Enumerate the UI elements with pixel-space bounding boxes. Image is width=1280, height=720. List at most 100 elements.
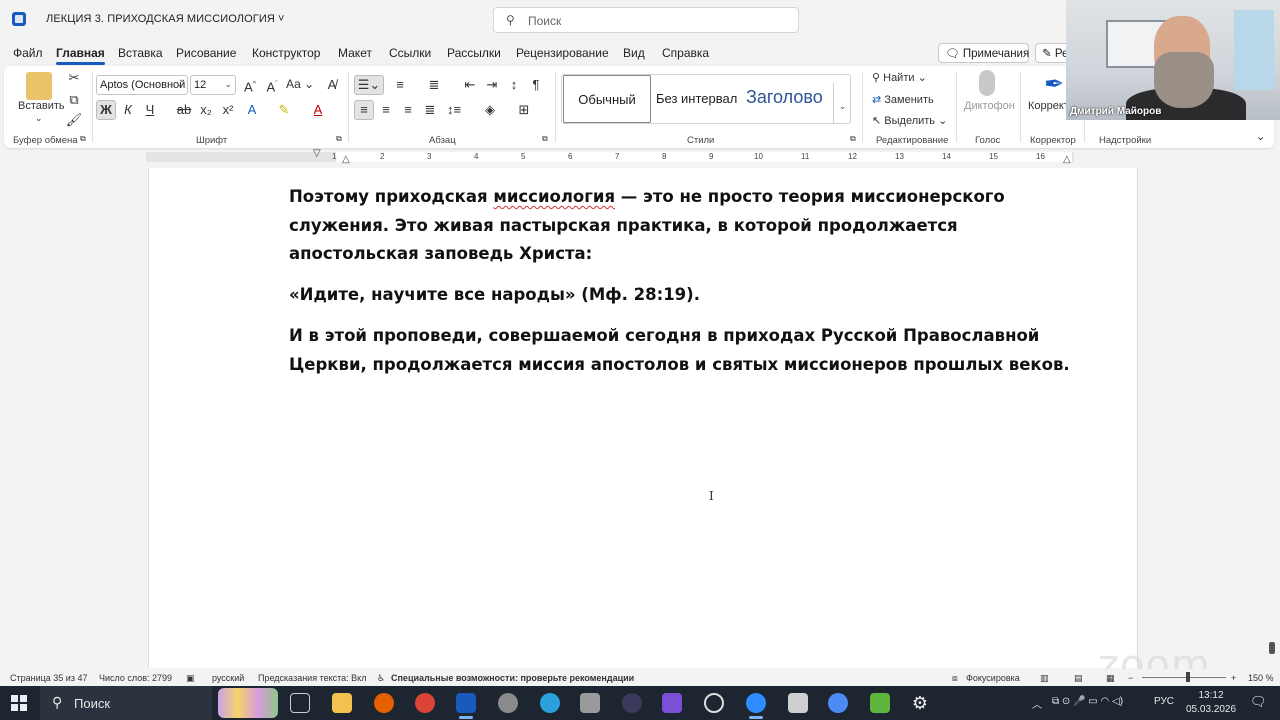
subscript-icon[interactable]: x₂ [196, 100, 216, 120]
show-marks-icon[interactable]: ¶ [526, 75, 546, 95]
search-highlights-image[interactable] [218, 688, 278, 718]
select-button[interactable]: ↖ Выделить ⌄ [872, 114, 947, 127]
justify-icon[interactable]: ≣ [420, 100, 440, 120]
clear-formatting-icon[interactable]: A̸ [322, 75, 342, 95]
dictate-button[interactable]: Диктофон [964, 100, 1015, 112]
app-icon[interactable] [662, 693, 682, 713]
find-button[interactable]: ⚲ Найти ⌄ [872, 71, 927, 84]
collapse-ribbon-icon[interactable]: ⌄ [1256, 130, 1265, 143]
web-layout-icon[interactable]: ▦ [1106, 673, 1115, 684]
copy-icon[interactable]: ⧉ [64, 90, 84, 110]
chrome-alt-icon[interactable] [828, 693, 848, 713]
grow-font-icon[interactable]: A^ [240, 75, 260, 95]
cut-icon[interactable]: ✂ [64, 68, 84, 88]
tab-review[interactable]: Рецензирование [516, 46, 609, 60]
comments-button[interactable]: 🗨 Примечания [938, 43, 1029, 63]
tab-file[interactable]: Файл [13, 46, 43, 60]
shrink-font-icon[interactable]: Aˇ [262, 75, 282, 95]
vpn-icon[interactable] [622, 693, 642, 713]
dialog-launcher-icon[interactable]: ⧉ [336, 134, 342, 144]
app-icon[interactable] [498, 693, 518, 713]
font-name-dropdown[interactable]: Aptos (Основной ⌄ [96, 75, 188, 95]
vertical-scrollbar[interactable] [1268, 640, 1276, 660]
torrent-icon[interactable] [870, 693, 890, 713]
italic-button[interactable]: К [118, 100, 138, 120]
borders-icon[interactable]: ⊞ [514, 100, 534, 120]
text-predictions[interactable]: Предсказания текста: Вкл [258, 673, 366, 683]
shading-icon[interactable]: ◈ [480, 100, 500, 120]
app-icon[interactable] [580, 693, 600, 713]
clock[interactable]: 13:12 05.03.2026 [1186, 689, 1236, 717]
change-case-button[interactable]: Аа ⌄ [286, 77, 314, 91]
bold-button[interactable]: Ж [96, 100, 116, 120]
line-spacing-icon[interactable]: ↕≡ [444, 100, 464, 120]
input-language[interactable]: РУС [1154, 696, 1174, 707]
align-right-icon[interactable]: ≡ [398, 100, 418, 120]
taskbar-search[interactable]: ⚲ Поиск [40, 686, 212, 720]
numbering-icon[interactable]: ≡ [390, 75, 410, 95]
zoom-level[interactable]: 150 % [1248, 673, 1274, 683]
tab-draw[interactable]: Рисование [176, 46, 236, 60]
tray-chevron-icon[interactable]: ︿ [1032, 696, 1042, 711]
text-effects-icon[interactable]: A [242, 100, 262, 120]
horizontal-ruler[interactable]: 1 2 3 4 5 6 7 8 9 10 11 12 13 14 15 16 ▽… [0, 148, 1280, 165]
accessibility-check[interactable]: Специальные возможности: проверьте реком… [391, 673, 634, 683]
tab-help[interactable]: Справка [662, 46, 709, 60]
tab-design[interactable]: Конструктор [252, 46, 320, 60]
style-normal[interactable]: Обычный [563, 75, 651, 123]
paste-button[interactable]: Вставить [18, 100, 65, 112]
zoom-slider-thumb[interactable] [1186, 672, 1190, 682]
language-indicator[interactable]: русский [212, 673, 244, 683]
font-size-dropdown[interactable]: 12 ⌄ [190, 75, 236, 95]
chrome-icon[interactable] [415, 693, 435, 713]
increase-indent-icon[interactable]: ⇥ [482, 75, 502, 95]
search-input[interactable]: ⚲ Поиск [493, 7, 799, 33]
zoom-out-icon[interactable]: − [1128, 673, 1133, 683]
task-view-icon[interactable] [290, 693, 310, 713]
tab-layout[interactable]: Макет [338, 46, 372, 60]
tray-icons[interactable]: ⧉ ⊙ 🎤 ▭ ◠ ◁) [1052, 696, 1123, 707]
tab-mailings[interactable]: Рассылки [447, 46, 501, 60]
microphone-icon[interactable] [979, 70, 995, 96]
calculator-icon[interactable] [788, 693, 808, 713]
misspelled-word[interactable]: миссиология [493, 187, 615, 206]
bullets-icon[interactable]: ☰⌄ [354, 75, 384, 95]
style-heading-1[interactable]: Заголово [746, 75, 832, 123]
video-thumbnail[interactable]: Дмитрий Майоров [1066, 0, 1280, 120]
decrease-indent-icon[interactable]: ⇤ [460, 75, 480, 95]
paragraph-3[interactable]: И в этой проповеди, совершаемой сегодня … [289, 322, 1079, 379]
word-icon[interactable] [456, 693, 476, 719]
read-mode-icon[interactable]: ▥ [1040, 673, 1049, 684]
replace-button[interactable]: ⇄ Заменить [872, 93, 934, 106]
windows-start-icon[interactable] [11, 695, 27, 711]
word-count[interactable]: Число слов: 2799 [99, 673, 172, 683]
telegram-icon[interactable] [540, 693, 560, 713]
settings-icon[interactable]: ⚙ [910, 693, 930, 713]
paste-dropdown-icon[interactable]: ⌄ [35, 113, 43, 124]
print-layout-icon[interactable]: ▤ [1074, 673, 1083, 684]
font-color-icon[interactable]: A [308, 100, 328, 120]
tab-view[interactable]: Вид [623, 46, 645, 60]
paragraph-2[interactable]: «Идите, научите все народы» (Мф. 28:19). [289, 281, 1079, 310]
dialog-launcher-icon[interactable]: ⧉ [850, 134, 856, 144]
obs-icon[interactable] [704, 693, 724, 713]
focus-mode-button[interactable]: Фокусировка [966, 673, 1020, 683]
document-title[interactable]: ЛЕКЦИЯ 3. ПРИХОДСКАЯ МИССИОЛОГИЯ ˅ [46, 13, 285, 25]
zoom-slider[interactable] [1142, 677, 1226, 678]
style-no-spacing[interactable]: Без интервал [656, 75, 742, 123]
align-center-icon[interactable]: ≡ [376, 100, 396, 120]
format-painter-icon[interactable]: 🖌 [64, 110, 84, 130]
page-count[interactable]: Страница 35 из 47 [10, 673, 87, 683]
align-left-icon[interactable]: ≡ [354, 100, 374, 120]
sort-icon[interactable]: ↕ [504, 75, 524, 95]
strikethrough-icon[interactable]: ab [174, 100, 194, 120]
first-line-indent-marker[interactable]: ▽ [313, 148, 321, 159]
superscript-icon[interactable]: x² [218, 100, 238, 120]
styles-more-icon[interactable]: ⌄ [833, 83, 850, 123]
underline-button[interactable]: Ч [140, 100, 160, 120]
paragraph-1[interactable]: Поэтому приходская миссиология — это не … [289, 183, 1079, 269]
notifications-icon[interactable]: 🗨 [1250, 694, 1267, 710]
proofing-icon[interactable]: ▣ [186, 673, 195, 684]
dialog-launcher-icon[interactable]: ⧉ [542, 134, 548, 144]
firefox-icon[interactable] [374, 693, 394, 713]
